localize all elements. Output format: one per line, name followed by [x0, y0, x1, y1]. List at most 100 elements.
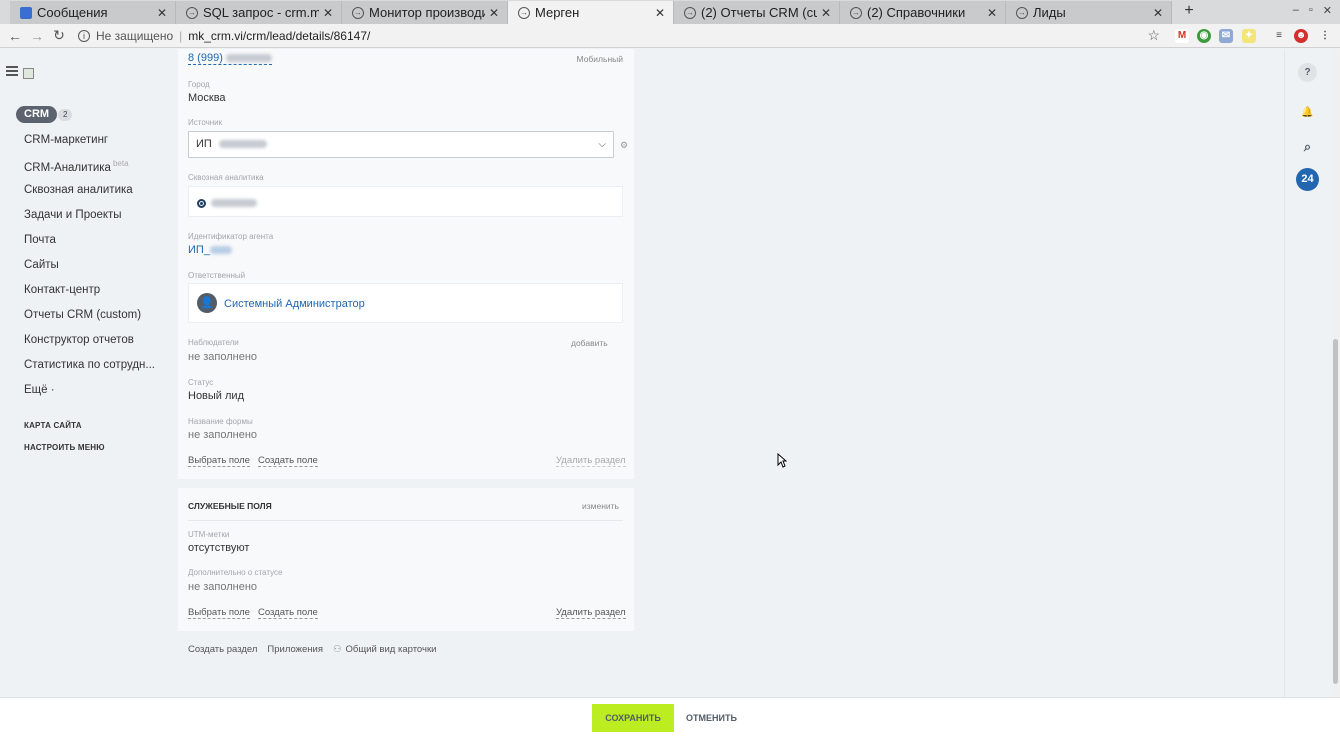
- tab-monitor[interactable]: → Монитор производите ✕: [342, 1, 508, 24]
- info-icon[interactable]: i: [78, 30, 90, 42]
- sidebar-item-sites[interactable]: Сайты: [24, 259, 59, 271]
- add-observer-link[interactable]: добавить: [571, 338, 608, 348]
- save-button[interactable]: СОХРАНИТЬ: [592, 704, 674, 732]
- delete-section-link[interactable]: Удалить раздел: [556, 607, 626, 619]
- applications-link[interactable]: Приложения: [267, 644, 323, 655]
- choose-field-link[interactable]: Выбрать поле: [188, 607, 250, 619]
- tab-title: SQL запрос - crm.mikro: [203, 5, 319, 20]
- search-icon[interactable]: ⌕: [1298, 137, 1317, 156]
- status-value: Новый лид: [188, 390, 244, 402]
- form-name-label: Название формы: [188, 417, 253, 426]
- analytics-box: [188, 186, 623, 217]
- sitemap-link[interactable]: КАРТА САЙТА: [24, 421, 82, 430]
- agent-id-value[interactable]: ИП_: [188, 244, 232, 256]
- create-section-link[interactable]: Создать раздел: [188, 644, 257, 655]
- gear-icon[interactable]: ⚙: [620, 140, 628, 151]
- sidebar-item-label: Ещё ·: [24, 384, 55, 396]
- menu-burger-icon[interactable]: [6, 66, 18, 78]
- observers-value: не заполнено: [188, 351, 258, 363]
- bitrix24-button[interactable]: 24: [1296, 168, 1319, 191]
- tab-directories[interactable]: → (2) Справочники ✕: [840, 1, 1006, 24]
- analytics-radio[interactable]: [197, 199, 206, 208]
- browser-menu-icon[interactable]: ⋮: [1318, 29, 1332, 43]
- status-label: Статус: [188, 378, 214, 387]
- profile-extension-icon[interactable]: ☻: [1294, 29, 1308, 43]
- close-tab-icon[interactable]: ✕: [821, 6, 831, 20]
- agent-id-link[interactable]: ИП_: [188, 244, 210, 256]
- left-sidebar: CRM 2 CRM-маркетинг CRM-Аналитика beta Ск…: [0, 49, 170, 697]
- sidebar-item-end-to-end-analytics[interactable]: Сквозная аналитика: [24, 184, 133, 196]
- close-tab-icon[interactable]: ✕: [323, 6, 333, 20]
- extra-status-value: не заполнено: [188, 581, 258, 593]
- url-text[interactable]: mk_crm.vi/crm/lead/details/86147/: [188, 29, 370, 43]
- sidebar-item-crm-marketing[interactable]: CRM-маркетинг: [24, 134, 108, 146]
- close-tab-icon[interactable]: ✕: [655, 6, 665, 20]
- crm-counter-badge: 2: [58, 109, 73, 121]
- source-select[interactable]: ИП ⌵: [188, 131, 614, 158]
- tab-sql[interactable]: → SQL запрос - crm.mikro ✕: [176, 1, 342, 24]
- sidebar-item-contact-center[interactable]: Контакт-центр: [24, 284, 100, 296]
- forward-icon[interactable]: →: [26, 28, 48, 44]
- globe-icon: →: [850, 6, 862, 19]
- gmail-icon[interactable]: M: [1175, 29, 1189, 43]
- delete-section-link[interactable]: Удалить раздел: [556, 455, 626, 467]
- sidebar-item-crm-reports[interactable]: Отчеты CRM (custom): [24, 309, 141, 321]
- messages-favicon-icon: [20, 6, 32, 19]
- tab-title: Монитор производите: [369, 5, 485, 20]
- browser-toolbar: ← → ↻ i Не защищено | mk_crm.vi/crm/lead…: [0, 24, 1340, 48]
- reload-icon[interactable]: ↻: [48, 27, 70, 44]
- create-field-link[interactable]: Создать поле: [258, 455, 318, 467]
- sidebar-item-more[interactable]: Ещё ·: [24, 384, 55, 396]
- playlist-icon[interactable]: ≡: [1272, 29, 1286, 43]
- close-tab-icon[interactable]: ✕: [157, 6, 167, 20]
- company-logo-icon[interactable]: [23, 68, 34, 79]
- sidebar-item-report-builder[interactable]: Конструктор отчетов: [24, 334, 134, 346]
- section-title: СЛУЖЕБНЫЕ ПОЛЯ: [188, 501, 272, 511]
- bookmark-star-icon[interactable]: ☆: [1147, 27, 1160, 44]
- sidebar-item-mail[interactable]: Почта: [24, 234, 56, 246]
- maximize-icon[interactable]: ▫: [1309, 4, 1313, 17]
- common-view-link[interactable]: Общий вид карточки: [346, 644, 437, 655]
- responsible-label: Ответственный: [188, 271, 246, 280]
- window-controls: – ▫ ✕: [1293, 4, 1332, 17]
- sidebar-item-employee-stats[interactable]: Статистика по сотрудн...: [24, 359, 155, 371]
- extension-yellow-icon[interactable]: ✦: [1242, 29, 1256, 43]
- browser-tab-bar: Сообщения ✕ → SQL запрос - crm.mikro ✕ →…: [0, 0, 1340, 24]
- tab-leads[interactable]: → Лиды ✕: [1006, 1, 1172, 24]
- page-scrollbar[interactable]: [1331, 49, 1340, 697]
- phone-link[interactable]: 8 (999): [188, 52, 272, 65]
- create-field-link[interactable]: Создать поле: [258, 607, 318, 619]
- bell-icon[interactable]: 🔔: [1298, 103, 1317, 122]
- globe-icon: →: [518, 6, 530, 19]
- sidebar-item-crm[interactable]: CRM: [16, 106, 58, 123]
- close-tab-icon[interactable]: ✕: [489, 6, 499, 20]
- chevron-down-icon: ⌵: [598, 139, 606, 150]
- tab-title: Лиды: [1033, 5, 1066, 20]
- help-icon[interactable]: ?: [1298, 63, 1317, 82]
- sidebar-item-crm-analytics[interactable]: CRM-Аналитика beta: [24, 159, 129, 174]
- minimize-icon[interactable]: –: [1293, 4, 1299, 17]
- scrollbar-thumb[interactable]: [1333, 339, 1338, 684]
- tab-mergen[interactable]: → Мерген ✕: [508, 1, 674, 24]
- close-tab-icon[interactable]: ✕: [987, 6, 997, 20]
- configure-menu-link[interactable]: НАСТРОИТЬ МЕНЮ: [24, 443, 105, 452]
- back-icon[interactable]: ←: [4, 28, 26, 44]
- sidebar-item-label: CRM-маркетинг: [24, 134, 109, 146]
- extension-green-icon[interactable]: ◉: [1197, 29, 1211, 43]
- address-bar[interactable]: i Не защищено | mk_crm.vi/crm/lead/detai…: [78, 26, 1166, 46]
- mail-extension-icon[interactable]: ✉: [1219, 29, 1233, 43]
- sidebar-item-label: Контакт-центр: [24, 284, 101, 296]
- choose-field-link[interactable]: Выбрать поле: [188, 455, 250, 467]
- tab-messages[interactable]: Сообщения ✕: [10, 1, 176, 24]
- phone-value[interactable]: 8 (999): [188, 52, 272, 65]
- tab-crm-reports[interactable]: → (2) Отчеты CRM (custo ✕: [674, 1, 840, 24]
- cancel-button[interactable]: ОТМЕНИТЬ: [686, 704, 737, 732]
- responsible-box: 👤 Системный Администратор: [188, 283, 623, 323]
- edit-section-link[interactable]: изменить: [582, 501, 619, 511]
- new-tab-button[interactable]: +: [1182, 2, 1196, 20]
- sidebar-item-label: Сквозная аналитика: [24, 184, 133, 196]
- responsible-user-link[interactable]: Системный Администратор: [224, 298, 365, 310]
- sidebar-item-tasks[interactable]: Задачи и Проекты: [24, 209, 122, 221]
- close-tab-icon[interactable]: ✕: [1153, 6, 1163, 20]
- close-window-icon[interactable]: ✕: [1323, 4, 1332, 17]
